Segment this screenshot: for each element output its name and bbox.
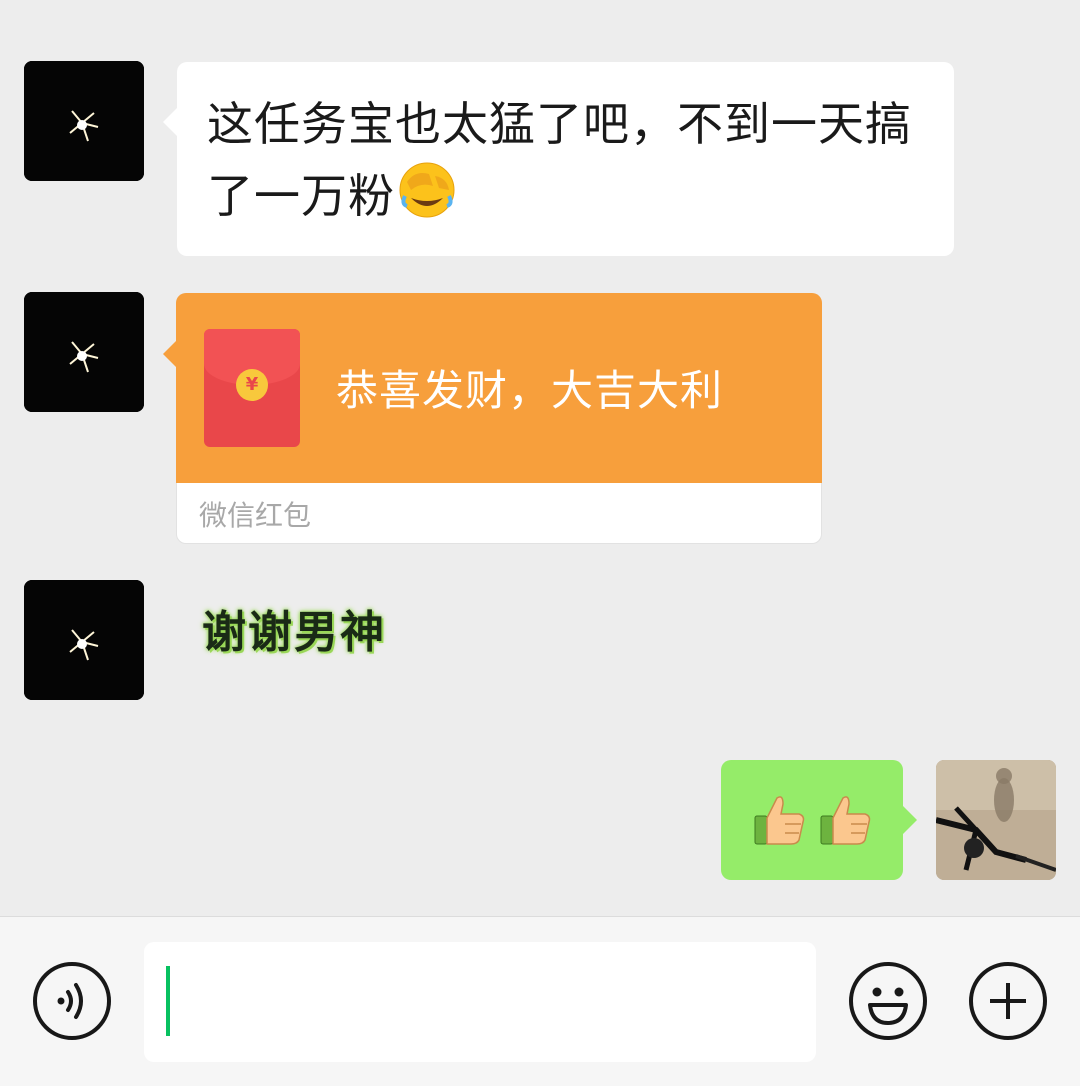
emoji-button[interactable] xyxy=(848,961,928,1041)
incoming-text-bubble[interactable]: 这任务宝也太猛了吧，不到一天搞了一万粉 xyxy=(163,62,954,256)
facepalm-laugh-emoji xyxy=(397,160,457,224)
contact-avatar[interactable] xyxy=(24,61,144,181)
sparkler-photo xyxy=(24,580,144,700)
voice-button[interactable] xyxy=(32,961,112,1041)
voice-icon xyxy=(33,962,111,1040)
sticker-message[interactable]: 谢谢男神 xyxy=(196,590,392,666)
coin-icon: ¥ xyxy=(236,369,268,401)
message-input[interactable] xyxy=(144,942,816,1062)
message-text: 这任务宝也太猛了吧，不到一天搞了一万粉 xyxy=(207,97,912,223)
red-packet-greeting: 恭喜发财，大吉大利 xyxy=(336,366,724,415)
smiley-icon xyxy=(849,962,927,1040)
sparkler-photo xyxy=(24,61,144,181)
red-envelope-icon: ¥ xyxy=(204,329,300,447)
red-packet-label: 微信红包 xyxy=(199,499,312,532)
more-button[interactable] xyxy=(968,961,1048,1041)
chat-input-bar xyxy=(0,916,1080,1086)
red-packet-card[interactable]: ¥ 恭喜发财，大吉大利 微信红包 xyxy=(163,293,822,544)
sparkler-photo xyxy=(24,292,144,412)
thumbs-up-emoji xyxy=(817,790,875,852)
contact-avatar[interactable] xyxy=(24,580,144,700)
bicycle-photo xyxy=(936,760,1056,880)
my-avatar[interactable] xyxy=(936,760,1056,880)
thumbs-up-emoji xyxy=(751,790,809,852)
contact-avatar[interactable] xyxy=(24,292,144,412)
red-packet-header: ¥ 恭喜发财，大吉大利 xyxy=(176,293,822,483)
plus-icon xyxy=(969,962,1047,1040)
text-caret xyxy=(166,966,170,1036)
outgoing-emoji-bubble[interactable] xyxy=(721,760,917,880)
